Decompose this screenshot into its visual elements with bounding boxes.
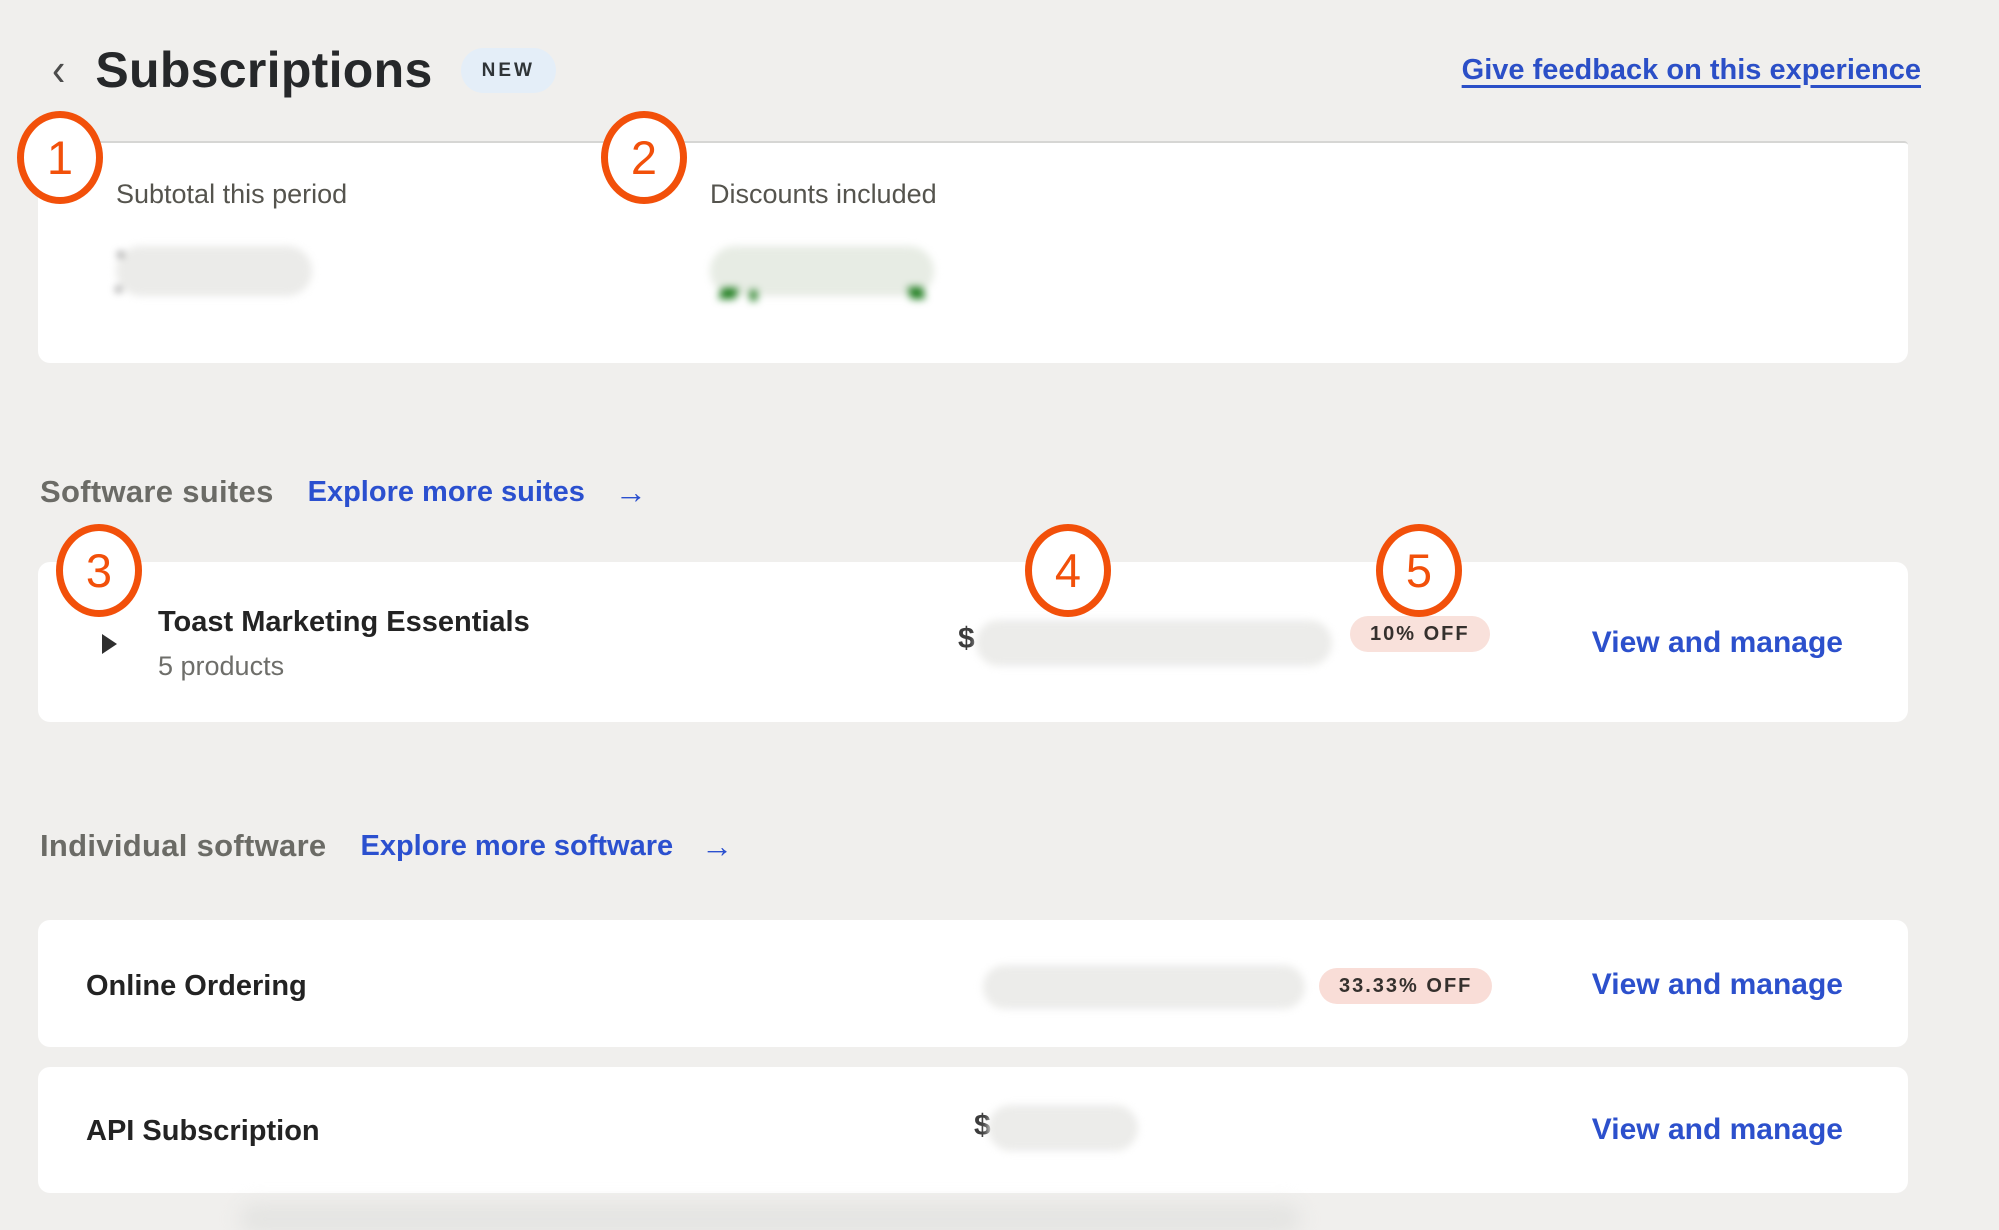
product-row-online-ordering: Online Ordering 33.33% OFF View and mana… bbox=[38, 920, 1908, 1047]
view-and-manage-link[interactable]: View and manage bbox=[1592, 626, 1843, 660]
redacted-green-fragment bbox=[908, 287, 926, 299]
annotation-number: 5 bbox=[1406, 547, 1432, 594]
subtotal-value-redacted bbox=[116, 246, 312, 296]
explore-more-suites-link[interactable]: Explore more suites bbox=[308, 476, 585, 509]
blurred-next-section bbox=[240, 1204, 1300, 1230]
annotation-circle-1: 1 bbox=[17, 111, 103, 204]
annotation-circle-5: 5 bbox=[1376, 524, 1462, 617]
suite-product-count: 5 products bbox=[158, 651, 530, 682]
product-title: Online Ordering bbox=[86, 970, 307, 1003]
product-title: API Subscription bbox=[86, 1115, 320, 1148]
subtotal-column: Subtotal this period bbox=[116, 179, 347, 296]
annotation-circle-4: 4 bbox=[1025, 524, 1111, 617]
page-header: ‹ Subscriptions NEW Give feedback on thi… bbox=[38, 34, 1921, 106]
billing-summary-card: Subtotal this period Discounts included bbox=[38, 141, 1908, 363]
new-badge: NEW bbox=[461, 48, 556, 93]
suite-row-toast-marketing-essentials: Toast Marketing Essentials 5 products $ … bbox=[38, 562, 1908, 722]
api-price-redacted: $ bbox=[974, 1105, 1144, 1155]
redacted-fragment bbox=[118, 252, 123, 257]
feedback-link[interactable]: Give feedback on this experience bbox=[1462, 54, 1921, 87]
discounts-value-redacted bbox=[710, 246, 934, 296]
subtotal-label: Subtotal this period bbox=[116, 179, 347, 210]
redacted-price-blob bbox=[976, 620, 1332, 666]
page-title: Subscriptions bbox=[95, 41, 432, 99]
back-chevron-icon[interactable]: ‹ bbox=[52, 47, 65, 93]
individual-software-section-header: Individual software Explore more softwar… bbox=[40, 824, 733, 868]
arrow-right-icon[interactable]: → bbox=[701, 828, 733, 865]
suite-title: Toast Marketing Essentials bbox=[158, 606, 530, 639]
redacted-green-fragment bbox=[750, 290, 757, 301]
discounts-label: Discounts included bbox=[710, 179, 937, 210]
view-and-manage-link[interactable]: View and manage bbox=[1592, 968, 1843, 1002]
product-row-api-subscription: API Subscription $ View and manage bbox=[38, 1067, 1908, 1193]
subscriptions-page: ‹ Subscriptions NEW Give feedback on thi… bbox=[0, 0, 1999, 1230]
discount-badge: 10% OFF bbox=[1350, 616, 1490, 652]
explore-more-software-link[interactable]: Explore more software bbox=[360, 830, 673, 863]
annotation-number: 4 bbox=[1055, 547, 1081, 594]
expand-caret-icon[interactable] bbox=[102, 634, 117, 654]
annotation-circle-2: 2 bbox=[601, 111, 687, 204]
annotation-circle-3: 3 bbox=[56, 524, 142, 617]
view-and-manage-link[interactable]: View and manage bbox=[1592, 1113, 1843, 1147]
redacted-fragment bbox=[116, 287, 121, 292]
arrow-right-icon[interactable]: → bbox=[615, 474, 647, 511]
annotation-number: 1 bbox=[47, 134, 73, 181]
software-suites-section-header: Software suites Explore more suites → bbox=[40, 470, 647, 514]
annotation-number: 2 bbox=[631, 134, 657, 181]
currency-fragment: $ bbox=[958, 622, 975, 656]
discounts-column: Discounts included bbox=[710, 179, 937, 296]
redacted-price-blob bbox=[988, 1105, 1138, 1151]
annotation-number: 3 bbox=[86, 547, 112, 594]
software-suites-heading: Software suites bbox=[40, 474, 274, 510]
suite-title-block: Toast Marketing Essentials 5 products bbox=[158, 606, 530, 682]
redacted-price-blob bbox=[983, 965, 1305, 1009]
redacted-green-fragment bbox=[718, 288, 739, 299]
suite-price-redacted: $ bbox=[958, 618, 1338, 668]
discount-badge: 33.33% OFF bbox=[1319, 968, 1492, 1004]
individual-software-heading: Individual software bbox=[40, 828, 326, 864]
